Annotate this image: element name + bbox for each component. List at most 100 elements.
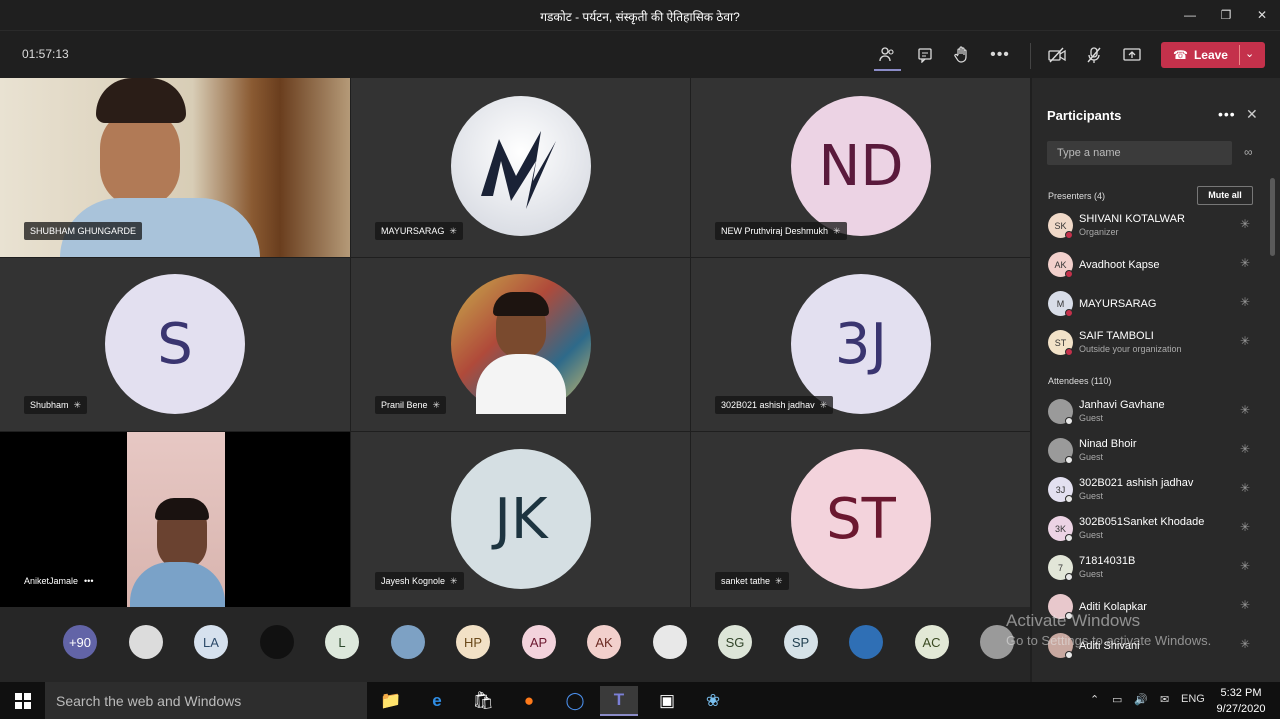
more-options-icon[interactable]: ••• [1218,106,1236,122]
minimize-button[interactable]: — [1172,0,1208,30]
mic-off-icon[interactable]: ✳ [1240,256,1250,270]
participant-role: Organizer [1079,227,1119,237]
participant-row[interactable]: 3J 302B021 ashish jadhav Guest ✳ [1048,474,1268,508]
participant-row[interactable]: 3K 302B051Sanket Khodade Guest ✳ [1048,513,1268,547]
strip-participant-avatar[interactable] [390,625,425,659]
mic-off-icon: ✳ [833,226,841,236]
participant-name: Ninad Bhoir [1079,438,1137,450]
strip-participant-avatar[interactable] [652,625,687,659]
strip-participant-avatar[interactable]: SP [783,625,818,659]
presence-status-icon [1065,534,1073,542]
mute-all-button[interactable]: Mute all [1197,186,1253,205]
windows-logo-icon [14,692,31,709]
maximize-button[interactable]: ❐ [1208,0,1244,30]
video-tile[interactable]: S Shubham ✳ [0,258,350,431]
taskbar-clock[interactable]: 5:32 PM 9/27/2020 [1210,685,1272,717]
strip-participant-avatar[interactable]: HP [456,625,490,659]
photos-icon[interactable]: ▣ [648,686,686,716]
participants-panel: Participants ••• ✕ Type a name ∞ Present… [1032,78,1280,682]
raise-hand-icon[interactable] [950,43,974,67]
strip-participant-avatar[interactable] [259,625,294,659]
paint-icon[interactable]: ❀ [694,686,732,716]
volume-icon[interactable]: 🔊 [1134,693,1148,706]
mic-off-icon[interactable]: ✳ [1240,520,1250,534]
hang-up-icon: ☎ [1173,48,1188,62]
video-tile[interactable]: ND NEW Pruthviraj Deshmukh ✳ [691,78,1030,257]
participant-name-tag: NEW Pruthviraj Deshmukh ✳ [715,222,847,240]
mic-off-icon[interactable]: ✳ [1240,295,1250,309]
leave-button[interactable]: ☎ Leave ⌄ [1161,42,1265,68]
person-face [100,108,180,208]
strip-participant-avatar[interactable]: AK [587,625,621,659]
mic-off-icon[interactable]: ✳ [1240,334,1250,348]
mic-off-icon[interactable]: ✳ [1240,559,1250,573]
participant-name-tag: SHUBHAM GHUNGARDE [24,222,143,240]
edge-icon[interactable]: e [418,686,456,716]
panel-scrollbar[interactable] [1270,178,1275,256]
close-icon[interactable]: ✕ [1246,106,1258,123]
participant-search-input[interactable]: Type a name [1047,141,1232,165]
share-screen-icon[interactable] [1120,43,1144,67]
store-icon[interactable]: 🛍 [464,686,502,716]
participant-strip: +90 LA L HP AP AK SG SP AC [0,607,1030,682]
teams-icon[interactable]: T [600,686,638,716]
camera-off-icon[interactable] [1045,43,1069,67]
attendees-section-label[interactable]: Attendees (110) [1048,376,1111,386]
show-participants-icon[interactable] [875,43,899,67]
participant-row[interactable]: 7 71814031B Guest ✳ [1048,552,1268,586]
participant-row[interactable]: SK SHIVANI KOTALWAR Organizer ✳ [1048,210,1268,244]
strip-participant-avatar[interactable] [849,625,883,659]
battery-icon[interactable]: ▭ [1112,693,1122,706]
clock-time: 5:32 PM [1220,687,1262,699]
share-invite-icon[interactable]: ∞ [1244,145,1253,159]
video-tile[interactable]: ST sanket tathe ✳ [691,432,1030,607]
mic-off-icon[interactable]: ✳ [1240,403,1250,417]
participant-role: Guest [1079,413,1104,423]
strip-participant-avatar[interactable] [128,625,163,659]
participant-name-tag: sanket tathe ✳ [715,572,789,590]
mic-off-icon[interactable]: ✳ [1240,217,1250,231]
participant-row[interactable]: Janhavi Gavhane Guest ✳ [1048,396,1268,430]
mic-off-icon[interactable]: ✳ [1240,598,1250,612]
language-indicator[interactable]: ENG [1181,693,1205,705]
strip-participant-avatar[interactable]: L [325,625,359,659]
close-window-button[interactable]: ✕ [1244,0,1280,30]
more-actions-icon[interactable]: ••• [988,43,1012,67]
video-tile[interactable]: JK Jayesh Kognole ✳ [351,432,690,607]
strip-participant-avatar[interactable]: AC [914,625,949,659]
taskbar-search-input[interactable]: Search the web and Windows [45,682,367,719]
video-tile[interactable]: 3J 302B021 ashish jadhav ✳ [691,258,1030,431]
video-tile[interactable]: SHUBHAM GHUNGARDE [0,78,350,257]
participant-avatar: ST [791,449,931,589]
mic-off-icon[interactable]: ✳ [1240,442,1250,456]
show-hidden-icons-icon[interactable]: ⌃ [1090,693,1099,706]
participant-row[interactable]: Ninad Bhoir Guest ✳ [1048,435,1268,469]
video-tile[interactable]: AniketJamale ••• [0,432,350,607]
file-explorer-icon[interactable]: 📁 [372,686,410,716]
strip-participant-avatar[interactable]: LA [194,625,228,659]
presenters-section-label[interactable]: Presenters (4) [1048,191,1105,201]
firefox-icon[interactable]: ● [510,686,548,716]
chrome-icon[interactable]: ◯ [556,686,594,716]
clock-date: 9/27/2020 [1216,703,1266,715]
active-tab-underline [874,69,901,71]
participant-avatar: JK [451,449,591,589]
start-button[interactable] [0,682,45,719]
chat-icon[interactable] [913,43,937,67]
strip-participant-avatar[interactable]: AP [521,625,556,659]
participant-row[interactable]: ST SAIF TAMBOLI Outside your organization ✳ [1048,327,1268,361]
mic-off-icon[interactable]: ✳ [1240,637,1250,651]
video-tile[interactable]: Pranil Bene ✳ [351,258,690,431]
participant-row[interactable]: AK Avadhoot Kapse ✳ [1048,249,1268,283]
more-options-icon[interactable]: ••• [84,572,93,590]
chevron-down-icon[interactable]: ⌄ [1245,47,1254,60]
message-icon[interactable]: ✉ [1160,693,1169,706]
participant-name-tag: Jayesh Kognole ✳ [375,572,464,590]
strip-participant-avatar[interactable]: SG [718,625,752,659]
strip-participant-avatar[interactable]: +90 [63,625,97,659]
mic-off-icon[interactable] [1082,43,1106,67]
participant-row[interactable]: M MAYURSARAG ✳ [1048,288,1268,322]
mic-off-icon[interactable]: ✳ [1240,481,1250,495]
participant-name: Avadhoot Kapse [1079,259,1160,271]
video-tile[interactable]: MAYURSARAG ✳ [351,78,690,257]
